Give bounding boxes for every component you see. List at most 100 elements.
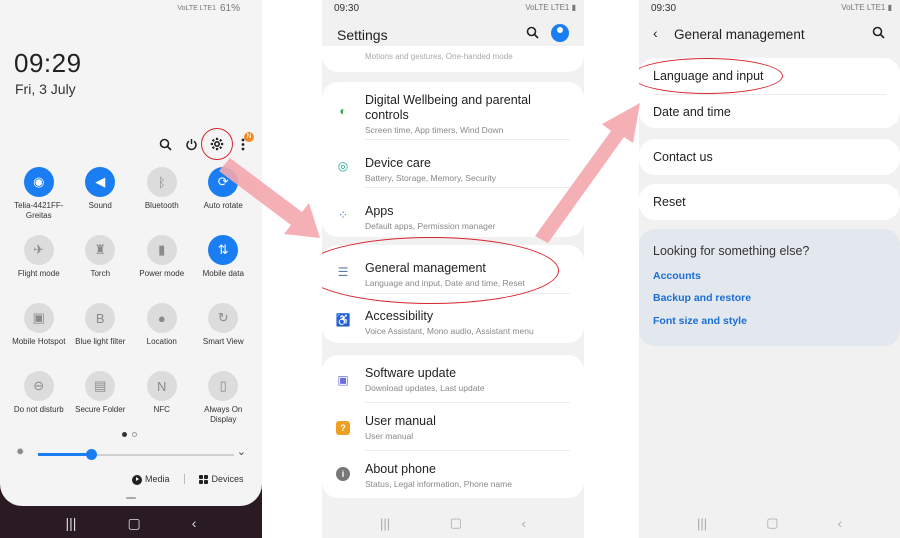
link-font-size-and-style[interactable]: Font size and style <box>653 315 747 327</box>
wifi-icon: ◉ <box>23 167 54 197</box>
apps-icon: ⁘ <box>337 208 349 222</box>
back-icon[interactable]: ‹ <box>192 515 197 531</box>
link-backup-and-restore[interactable]: Backup and restore <box>653 292 751 304</box>
about-phone-icon: i <box>336 467 350 481</box>
quick-tile-label: Always On Display <box>204 405 243 424</box>
quick-tile-label: Mobile data <box>202 269 244 278</box>
devices-label: Devices <box>211 474 244 485</box>
row-subtitle: Default apps, Permission manager <box>365 221 496 231</box>
media-devices-row: Media Devices <box>132 474 244 485</box>
navigation-bar: ||| ▢ ‹ <box>639 508 900 538</box>
quick-tile[interactable]: ⟳ Auto rotate <box>193 167 255 229</box>
recents-icon[interactable]: ||| <box>66 515 77 531</box>
looking-for-something-else-card: Looking for something else? Accounts Bac… <box>639 229 900 346</box>
home-icon[interactable]: ▢ <box>127 515 140 532</box>
notification-badge: N <box>244 132 254 142</box>
link-accounts[interactable]: Accounts <box>653 270 701 282</box>
back-icon[interactable]: ‹ <box>838 516 842 531</box>
home-icon[interactable]: ▢ <box>450 515 462 531</box>
media-button[interactable]: Media <box>132 474 170 485</box>
quick-tile[interactable]: ↻ Smart View <box>193 303 255 365</box>
partial-row-subtitle: Motions and gestures, One-handed mode <box>365 52 513 61</box>
device-care-icon: ◎ <box>337 159 349 173</box>
settings-row-apps[interactable]: ⁘ Apps Default apps, Permission manager <box>322 188 584 236</box>
quick-tile[interactable]: ◉ Telia-4421FF-Greitas <box>8 167 70 229</box>
brightness-slider-handle[interactable] <box>85 449 97 460</box>
quick-tile-label: Smart View <box>202 337 244 346</box>
divider <box>183 474 185 485</box>
quick-panel-sheet: VoLTE LTE1 61% 09:29 Fri, 3 July N ◉ Tel… <box>0 0 262 506</box>
page-dot-active <box>122 432 127 437</box>
navigation-bar: ||| ▢ ‹ <box>322 508 584 538</box>
settings-row-device-care[interactable]: ◎ Device care Battery, Storage, Memory, … <box>322 140 584 188</box>
digital-wellbeing-icon: ◐ <box>339 104 347 118</box>
quick-tile-label: Auto rotate <box>203 201 243 210</box>
divider <box>653 94 886 95</box>
always-on-display-icon: ▯ <box>208 371 239 401</box>
quick-tile[interactable]: ✈ Flight mode <box>8 235 70 297</box>
settings-card-1: ◐ Digital Wellbeing and parental control… <box>322 82 584 237</box>
search-icon[interactable] <box>872 26 885 42</box>
settings-row-digital-wellbeing[interactable]: ◐ Digital Wellbeing and parental control… <box>322 82 584 140</box>
back-arrow-icon[interactable]: ‹ <box>653 25 658 41</box>
settings-row-user-manual[interactable]: ? User manual User manual <box>322 403 584 451</box>
quick-tile[interactable]: ▮ Power mode <box>131 235 193 297</box>
recents-icon[interactable]: ||| <box>380 516 390 531</box>
page-title: General management <box>674 27 805 42</box>
quick-tile[interactable]: ▤ Secure Folder <box>70 371 132 433</box>
back-icon[interactable]: ‹ <box>522 516 526 531</box>
quick-tile[interactable]: ♜ Torch <box>70 235 132 297</box>
mobile-data-icon: ⇅ <box>208 235 239 265</box>
quick-panel-screen: VoLTE LTE1 61% 09:29 Fri, 3 July N ◉ Tel… <box>0 0 262 538</box>
search-icon[interactable] <box>152 131 178 157</box>
row-subtitle: Status, Legal information, Phone name <box>365 479 512 489</box>
general-management-screen: 09:30 VoLTE LTE1 ▮ ‹ General management … <box>639 0 900 538</box>
nfc-icon: N <box>146 371 177 401</box>
gm-item-reset[interactable]: Reset <box>653 195 686 209</box>
recents-icon[interactable]: ||| <box>697 516 707 531</box>
quick-tile[interactable]: ▣ Mobile Hotspot <box>8 303 70 365</box>
secure-folder-icon: ▤ <box>85 371 116 401</box>
drag-handle[interactable] <box>126 497 136 499</box>
brightness-fill <box>38 453 91 456</box>
status-icons: VoLTE LTE1 ▮ <box>525 3 576 12</box>
play-icon <box>132 474 142 485</box>
media-label: Media <box>145 474 170 484</box>
home-icon[interactable]: ▢ <box>766 515 778 531</box>
sound-icon: ◀ <box>85 167 116 197</box>
settings-row-about-phone[interactable]: i About phone Status, Legal information,… <box>322 451 584 499</box>
quick-tile-label: Do not disturb <box>13 405 64 414</box>
quick-tile-label: Blue light filter <box>75 337 126 346</box>
search-icon[interactable] <box>526 26 539 42</box>
status-bar: VoLTE LTE1 61% <box>177 3 240 14</box>
user-manual-icon: ? <box>336 421 350 435</box>
page-title: Settings <box>337 27 388 43</box>
quick-tile[interactable]: N NFC <box>131 371 193 433</box>
quick-tile[interactable]: ◀ Sound <box>70 167 132 229</box>
quick-tile[interactable]: ᛒ Bluetooth <box>131 167 193 229</box>
account-avatar[interactable] <box>551 24 569 42</box>
row-subtitle: Download updates, Last update <box>365 383 485 393</box>
chevron-down-icon[interactable]: ⌄ <box>237 445 246 458</box>
quick-tile-label: Torch <box>90 269 111 278</box>
row-subtitle: Screen time, App timers, Wind Down <box>365 125 504 135</box>
accessibility-icon: ♿ <box>335 313 351 327</box>
quick-tile[interactable]: B Blue light filter <box>70 303 132 365</box>
quick-tile-label: Location <box>146 337 177 346</box>
devices-icon <box>198 475 208 485</box>
devices-button[interactable]: Devices <box>198 474 244 485</box>
row-subtitle: Voice Assistant, Mono audio, Assistant m… <box>365 326 534 336</box>
quick-tile[interactable]: ● Location <box>131 303 193 365</box>
row-title: Apps <box>365 204 394 218</box>
settings-row-software-update[interactable]: ▣ Software update Download updates, Last… <box>322 355 584 403</box>
quick-tile[interactable]: ⇅ Mobile data <box>193 235 255 297</box>
gm-item-contact-us[interactable]: Contact us <box>653 150 713 164</box>
settings-card-partial: Motions and gestures, One-handed mode <box>322 46 584 72</box>
tutorial-composite: VoLTE LTE1 61% 09:29 Fri, 3 July N ◉ Tel… <box>0 0 900 538</box>
date: Fri, 3 July <box>15 81 76 97</box>
quick-tile[interactable]: ▯ Always On Display <box>193 371 255 433</box>
quick-tile-label: NFC <box>153 405 170 414</box>
quick-tile-label: Bluetooth <box>144 201 179 210</box>
gm-item-date-and-time[interactable]: Date and time <box>653 105 731 119</box>
quick-tile[interactable]: ⊖ Do not disturb <box>8 371 70 433</box>
